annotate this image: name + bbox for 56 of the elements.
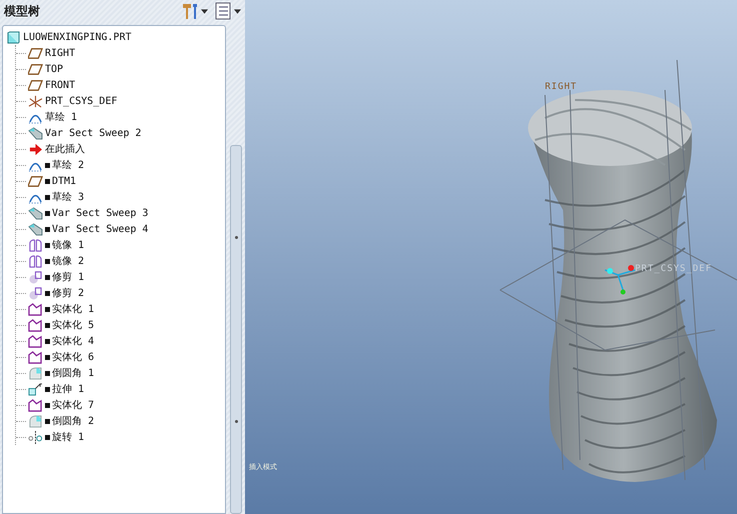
tree-item[interactable]: 实体化 7 [16, 397, 225, 413]
tree-item[interactable]: 倒圆角 2 [16, 413, 225, 429]
tree-item[interactable]: 实体化 4 [16, 333, 225, 349]
tree-item[interactable]: 草绘 2 [16, 157, 225, 173]
tree-item[interactable]: 草绘 1 [16, 109, 225, 125]
tree-item[interactable]: 在此插入 [16, 141, 225, 157]
round-icon [28, 414, 43, 428]
tree-item[interactable]: Var Sect Sweep 3 [16, 205, 225, 221]
tree-item[interactable]: TOP [16, 61, 225, 77]
tree-item[interactable]: 倒圆角 1 [16, 365, 225, 381]
tree-item[interactable]: 实体化 6 [16, 349, 225, 365]
tools-dropdown-button[interactable] [181, 2, 208, 20]
revolve-icon [28, 430, 43, 444]
tree-item[interactable]: 草绘 3 [16, 189, 225, 205]
coordinate-system-icon [28, 94, 43, 108]
datum-plane-icon [28, 62, 43, 76]
tree-item[interactable]: 实体化 1 [16, 301, 225, 317]
round-icon [28, 366, 43, 380]
sweep-icon [28, 222, 43, 236]
panel-title: 模型树 [4, 2, 40, 20]
trim-icon [28, 286, 43, 300]
mirror-icon [28, 254, 43, 268]
show-dropdown-button[interactable] [214, 2, 241, 20]
insert-arrow-icon [28, 142, 43, 156]
part-cube-icon [6, 30, 21, 44]
mirror-icon [28, 238, 43, 252]
tree-item[interactable]: FRONT [16, 77, 225, 93]
tree-item[interactable]: 实体化 5 [16, 317, 225, 333]
datum-plane-icon [28, 46, 43, 60]
solidify-icon [28, 318, 43, 332]
tree-item[interactable]: PRT_CSYS_DEF [16, 93, 225, 109]
tree-item[interactable]: 修剪 2 [16, 285, 225, 301]
solidify-icon [28, 350, 43, 364]
tree-item[interactable]: RIGHT [16, 45, 225, 61]
solidify-icon [28, 302, 43, 316]
datum-label: RIGHT [545, 82, 578, 92]
datum-label: PRT_CSYS_DEF [635, 264, 712, 274]
tree-item[interactable]: 镜像 1 [16, 237, 225, 253]
tree-item[interactable]: DTM1 [16, 173, 225, 189]
solidify-icon [28, 398, 43, 412]
datum-plane-icon [28, 174, 43, 188]
datum-plane-icon [28, 78, 43, 92]
solidify-icon [28, 334, 43, 348]
tree-item[interactable]: 拉伸 1 [16, 381, 225, 397]
sweep-icon [28, 206, 43, 220]
tree-item[interactable]: 修剪 1 [16, 269, 225, 285]
extrude-icon [28, 382, 43, 396]
tree-item[interactable]: Var Sect Sweep 2 [16, 125, 225, 141]
caret-icon [201, 8, 208, 14]
tree-item[interactable]: 镜像 2 [16, 253, 225, 269]
trim-icon [28, 270, 43, 284]
sweep-icon [28, 126, 43, 140]
tree-item[interactable]: LUOWENXINGPING.PRT [6, 29, 225, 45]
tree-item[interactable]: 旋转 1 [16, 429, 225, 445]
caret-icon [234, 8, 241, 14]
tree-item[interactable]: Var Sect Sweep 4 [16, 221, 225, 237]
